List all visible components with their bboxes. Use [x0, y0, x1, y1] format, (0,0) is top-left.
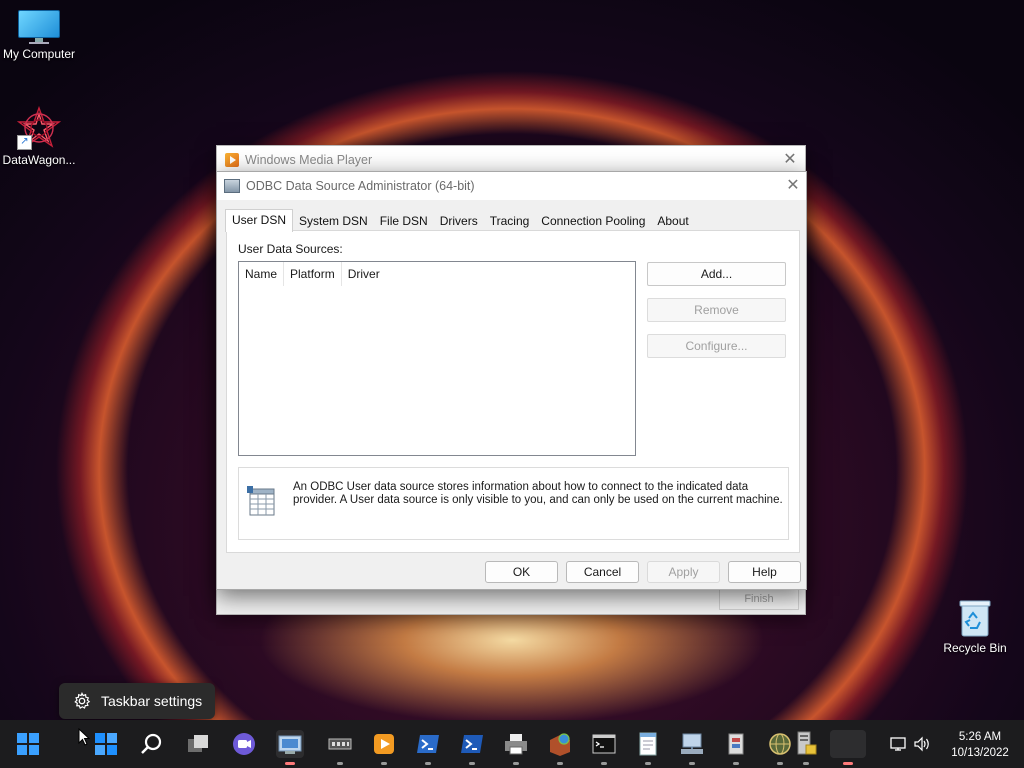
- blank-app-slot[interactable]: [830, 730, 866, 765]
- add-button[interactable]: Add...: [647, 262, 786, 286]
- taskbar: [0, 720, 1024, 768]
- user-dsn-panel: User Data Sources: Name Platform Driver …: [226, 230, 800, 553]
- desktop-icon-label: My Computer: [2, 47, 76, 61]
- printer-icon[interactable]: [502, 730, 530, 765]
- tooltip-label: Taskbar settings: [101, 693, 203, 709]
- clock-date: 10/13/2022: [951, 747, 1009, 759]
- media-player-icon: [225, 153, 239, 167]
- command-prompt-icon[interactable]: [590, 730, 618, 765]
- info-description: An ODBC User data source stores informat…: [293, 481, 783, 506]
- network-icon[interactable]: [890, 736, 908, 752]
- configure-button[interactable]: Configure...: [647, 334, 786, 358]
- desktop-icon-datawagon[interactable]: ↗ DataWagon...: [0, 105, 81, 167]
- monitor-icon: [18, 10, 60, 44]
- tab-connection-pooling[interactable]: Connection Pooling: [535, 211, 651, 231]
- help-button[interactable]: Help: [728, 561, 801, 583]
- desktop-icon-label: DataWagon...: [2, 153, 76, 167]
- datawagon-star-icon: ↗: [16, 105, 62, 150]
- windows-start-icon[interactable]: [14, 730, 42, 758]
- search-icon[interactable]: [138, 730, 166, 758]
- clock-time: 5:26 AM: [958, 731, 1002, 743]
- odbc-app-icon: [224, 179, 240, 193]
- odbc-titlebar[interactable]: ODBC Data Source Administrator (64-bit) …: [217, 172, 806, 200]
- ok-button[interactable]: OK: [485, 561, 558, 583]
- server-icon[interactable]: [792, 730, 820, 765]
- close-icon[interactable]: ✕: [783, 152, 797, 168]
- mouse-cursor-icon: [78, 728, 90, 746]
- desktop-icon-label: Recycle Bin: [943, 641, 1007, 655]
- info-group: An ODBC User data source stores informat…: [238, 467, 789, 540]
- registry-icon[interactable]: [722, 730, 750, 765]
- recycle-bin-icon: [958, 598, 992, 638]
- desktop-icon-recycle-bin[interactable]: Recycle Bin: [933, 598, 1017, 655]
- network-computer-icon[interactable]: [678, 730, 706, 765]
- network-box-icon[interactable]: [546, 730, 574, 765]
- data-sources-list[interactable]: Name Platform Driver: [238, 261, 636, 456]
- media-player-icon[interactable]: [370, 730, 398, 765]
- taskbar-clock[interactable]: 5:26 AM 10/13/2022: [940, 729, 1020, 761]
- chat-icon[interactable]: [230, 730, 258, 758]
- odbc-app-icon[interactable]: [276, 730, 304, 765]
- memory-chip-icon[interactable]: [326, 730, 354, 765]
- powershell-icon[interactable]: [414, 730, 442, 765]
- task-view-icon[interactable]: [184, 730, 212, 758]
- tab-drivers[interactable]: Drivers: [434, 211, 484, 231]
- powershell-alt-icon[interactable]: [458, 730, 486, 765]
- shortcut-arrow-icon: ↗: [17, 135, 32, 150]
- user-data-sources-label: User Data Sources:: [238, 242, 343, 256]
- notepad-icon[interactable]: [634, 730, 662, 765]
- tab-file-dsn[interactable]: File DSN: [374, 211, 434, 231]
- desktop-icon-my-computer[interactable]: My Computer: [0, 10, 81, 61]
- windows-start-icon[interactable]: [92, 730, 120, 758]
- wmp-titlebar[interactable]: Windows Media Player ✕: [217, 146, 805, 174]
- gear-icon: [74, 692, 91, 709]
- cancel-button[interactable]: Cancel: [566, 561, 639, 583]
- tab-strip: User DSN System DSN File DSN Drivers Tra…: [225, 209, 695, 232]
- tab-tracing[interactable]: Tracing: [484, 211, 536, 231]
- odbc-window[interactable]: ODBC Data Source Administrator (64-bit) …: [216, 171, 807, 590]
- data-table-icon: [247, 484, 279, 518]
- taskbar-settings-tooltip[interactable]: Taskbar settings: [59, 683, 215, 719]
- tab-user-dsn[interactable]: User DSN: [225, 209, 294, 232]
- globe-icon[interactable]: [766, 730, 794, 765]
- column-header-name[interactable]: Name: [239, 262, 285, 286]
- column-header-driver[interactable]: Driver: [342, 262, 386, 286]
- column-header-platform[interactable]: Platform: [284, 262, 342, 286]
- wmp-title: Windows Media Player: [245, 153, 373, 167]
- odbc-title: ODBC Data Source Administrator (64-bit): [246, 179, 475, 193]
- remove-button[interactable]: Remove: [647, 298, 786, 322]
- volume-icon[interactable]: [914, 736, 932, 752]
- list-header: Name Platform Driver: [239, 262, 635, 286]
- tab-system-dsn[interactable]: System DSN: [293, 211, 374, 231]
- apply-button[interactable]: Apply: [647, 561, 720, 583]
- tab-about[interactable]: About: [651, 211, 694, 231]
- finish-button[interactable]: Finish: [719, 587, 799, 610]
- close-icon[interactable]: ✕: [786, 178, 800, 194]
